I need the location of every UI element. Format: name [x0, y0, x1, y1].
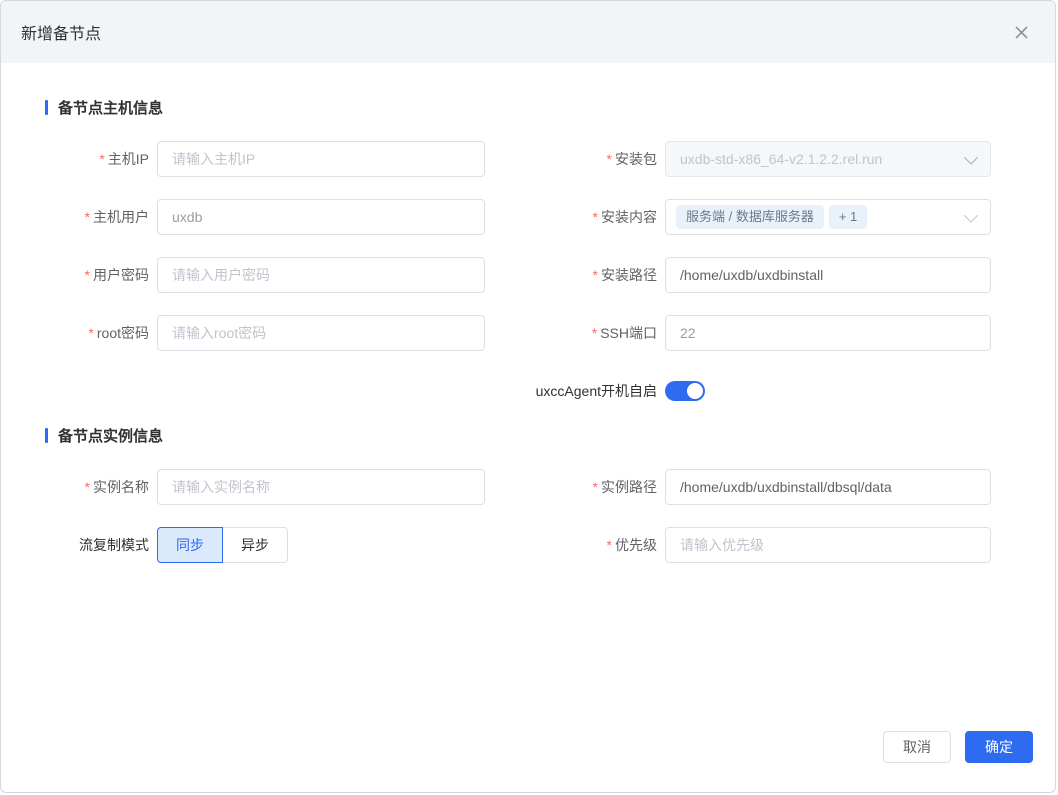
install-package-label: *安装包 [515, 149, 665, 169]
instance-path-input[interactable] [665, 469, 991, 505]
form-item-host-user: *主机用户 [45, 199, 485, 235]
required-asterisk: * [85, 267, 90, 283]
form-item-install-content: *安装内容 服务端 / 数据库服务器 + 1 [515, 199, 991, 235]
host-user-label-text: 主机用户 [93, 209, 149, 225]
section-title-text: 备节点实例信息 [58, 425, 163, 446]
required-asterisk: * [592, 325, 597, 341]
install-package-select[interactable]: uxdb-std-x86_64-v2.1.2.2.rel.run [665, 141, 991, 177]
section-title-text: 备节点主机信息 [58, 97, 163, 118]
priority-label-text: 优先级 [615, 537, 657, 553]
user-password-label: *用户密码 [45, 265, 157, 285]
form-item-instance-path: *实例路径 [515, 469, 991, 505]
install-content-label: *安装内容 [515, 207, 665, 227]
install-content-overflow-tag: + 1 [829, 205, 867, 229]
required-asterisk: * [593, 267, 598, 283]
replication-mode-option-sync[interactable]: 同步 [157, 527, 223, 563]
instance-name-input[interactable] [157, 469, 485, 505]
required-asterisk: * [607, 151, 612, 167]
replication-mode-label-text: 流复制模式 [79, 537, 149, 553]
instance-path-label-text: 实例路径 [601, 479, 657, 495]
instance-path-label: *实例路径 [515, 477, 665, 497]
toggle-knob [687, 383, 703, 399]
dialog-header: 新增备节点 [1, 1, 1055, 63]
cancel-button[interactable]: 取消 [883, 731, 951, 763]
form-item-instance-name: *实例名称 [45, 469, 485, 505]
user-password-label-text: 用户密码 [93, 267, 149, 283]
host-info-form: *主机IP *安装包 uxdb-std-x86_64-v2.1.2.2.rel.… [45, 141, 1011, 409]
chevron-down-icon [964, 151, 978, 165]
section-host-info-title: 备节点主机信息 [45, 97, 1011, 118]
close-icon[interactable] [1009, 20, 1033, 44]
root-password-input[interactable] [157, 315, 485, 351]
section-instance-info-title: 备节点实例信息 [45, 425, 1011, 446]
host-ip-input[interactable] [157, 141, 485, 177]
ssh-port-label-text: SSH端口 [600, 325, 657, 341]
install-path-label: *安装路径 [515, 265, 665, 285]
agent-autostart-label: uxccAgent开机自启 [515, 381, 665, 401]
root-password-label-text: root密码 [97, 325, 149, 341]
form-item-root-password: *root密码 [45, 315, 485, 351]
instance-name-label-text: 实例名称 [93, 479, 149, 495]
host-ip-label: *主机IP [45, 149, 157, 169]
replication-mode-option-async[interactable]: 异步 [222, 527, 288, 563]
root-password-label: *root密码 [45, 323, 157, 343]
install-path-input[interactable] [665, 257, 991, 293]
required-asterisk: * [593, 479, 598, 495]
install-path-label-text: 安装路径 [601, 267, 657, 283]
priority-input[interactable] [665, 527, 991, 563]
host-user-input[interactable] [157, 199, 485, 235]
add-standby-node-dialog: 新增备节点 备节点主机信息 *主机IP *安装包 uxdb-std-x86_64 [0, 0, 1056, 793]
dialog-title: 新增备节点 [21, 20, 101, 44]
instance-name-label: *实例名称 [45, 477, 157, 497]
user-password-input[interactable] [157, 257, 485, 293]
form-item-ssh-port: *SSH端口 [515, 315, 991, 351]
priority-label: *优先级 [515, 535, 665, 555]
install-package-value: uxdb-std-x86_64-v2.1.2.2.rel.run [680, 151, 882, 167]
dialog-body: 备节点主机信息 *主机IP *安装包 uxdb-std-x86_64-v2.1.… [1, 63, 1055, 792]
section-accent-bar [45, 100, 48, 115]
form-item-agent-autostart: uxccAgent开机自启 [515, 373, 991, 409]
install-content-label-text: 安装内容 [601, 209, 657, 225]
ssh-port-input[interactable] [665, 315, 991, 351]
form-item-priority: *优先级 [515, 527, 991, 563]
dialog-footer: 取消 确定 [1, 731, 1055, 792]
form-item-user-password: *用户密码 [45, 257, 485, 293]
host-ip-label-text: 主机IP [108, 151, 149, 167]
form-item-install-package: *安装包 uxdb-std-x86_64-v2.1.2.2.rel.run [515, 141, 991, 177]
section-accent-bar [45, 428, 48, 443]
install-package-label-text: 安装包 [615, 151, 657, 167]
replication-mode-label: 流复制模式 [45, 535, 157, 555]
required-asterisk: * [85, 479, 90, 495]
required-asterisk: * [88, 325, 93, 341]
form-item-install-path: *安装路径 [515, 257, 991, 293]
form-item-host-ip: *主机IP [45, 141, 485, 177]
instance-info-form: *实例名称 *实例路径 流复制模式 同步 异步 *优先级 [45, 469, 1011, 563]
required-asterisk: * [85, 209, 90, 225]
agent-autostart-label-text: uxccAgent开机自启 [536, 383, 657, 399]
form-item-replication-mode: 流复制模式 同步 异步 [45, 527, 485, 563]
required-asterisk: * [607, 537, 612, 553]
chevron-down-icon [964, 209, 978, 223]
ssh-port-label: *SSH端口 [515, 323, 665, 343]
confirm-button[interactable]: 确定 [965, 731, 1033, 763]
host-user-label: *主机用户 [45, 207, 157, 227]
agent-autostart-toggle[interactable] [665, 381, 705, 401]
install-content-select[interactable]: 服务端 / 数据库服务器 + 1 [665, 199, 991, 235]
install-content-tag: 服务端 / 数据库服务器 [676, 205, 824, 229]
replication-mode-group: 同步 异步 [157, 527, 288, 563]
empty-cell [45, 373, 485, 409]
required-asterisk: * [593, 209, 598, 225]
required-asterisk: * [99, 151, 104, 167]
